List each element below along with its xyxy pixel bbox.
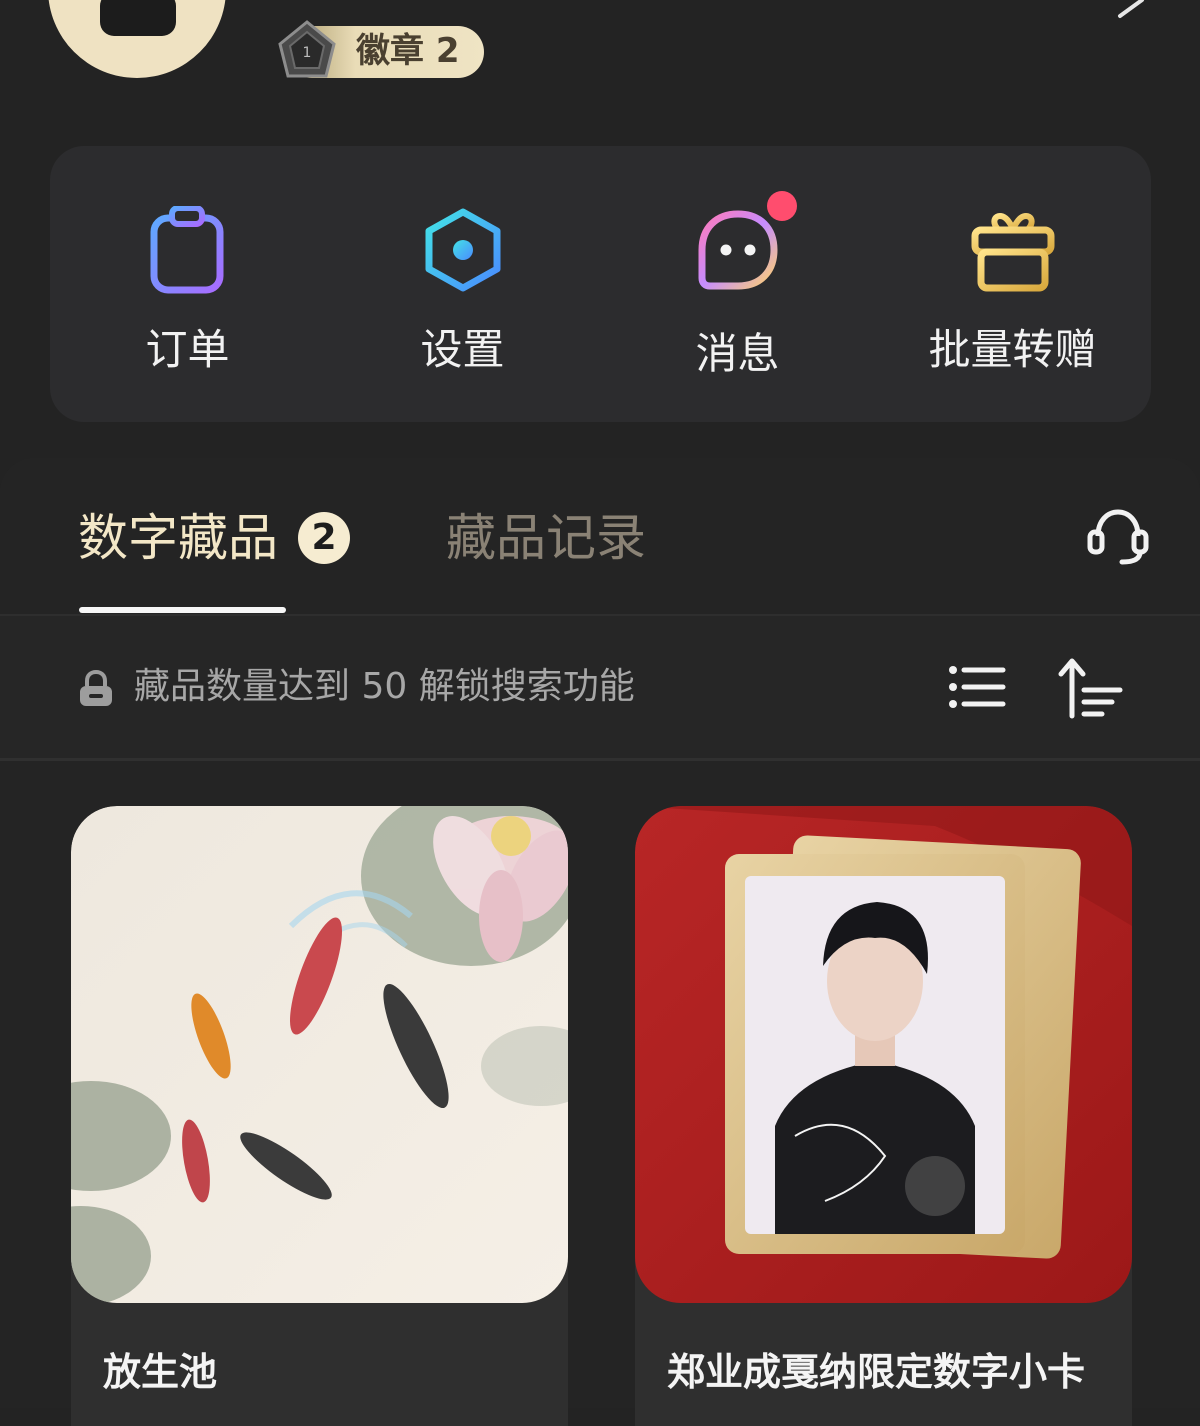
list-view-icon[interactable] [948,664,1006,710]
collectible-card[interactable]: 放生池 [71,806,568,1426]
koi-pond-image [71,806,568,1303]
settings-button[interactable]: 设置 [325,146,600,422]
tab-collection-records[interactable]: 藏品记录 [446,500,646,576]
search-unlock-hint: 藏品数量达到 50 解锁搜索功能 [134,666,635,707]
messages-button[interactable]: 消息 [600,146,875,422]
batch-transfer-button[interactable]: 批量转赠 [875,146,1150,422]
message-face-icon [698,210,778,290]
sort-ascending-icon[interactable] [1058,656,1124,720]
avatar[interactable] [48,0,226,78]
orders-label: 订单 [145,325,230,374]
batch-transfer-label: 批量转赠 [928,325,1097,374]
settings-hexagon-icon [425,208,501,292]
avatar-placeholder-shape [100,0,176,36]
tab-count-badge: 2 [298,512,350,564]
orders-button[interactable]: 订单 [50,146,325,422]
signed-portrait-card-image [635,806,1132,1303]
clipboard-icon [150,206,224,294]
messages-label: 消息 [695,329,780,378]
collectible-card[interactable]: 郑业成戛纳限定数字小卡 [635,806,1132,1426]
quick-actions-panel: 订单 设置 消息 批量转赠 [50,146,1151,422]
badge-label: 徽章 2 [356,31,460,71]
gift-icon [971,213,1055,292]
active-tab-indicator [79,607,286,613]
filter-divider [0,758,1200,761]
badge-medal-number: 1 [303,45,312,61]
settings-label: 设置 [420,325,505,374]
tab-digital-collectibles[interactable]: 数字藏品 [78,500,278,576]
badge-medal-icon: 1 [278,20,336,78]
customer-service-headset-icon[interactable] [1086,506,1150,566]
lock-icon [80,670,112,706]
edit-icon[interactable] [1114,0,1154,20]
card-title: 郑业成戛纳限定数字小卡 [667,1350,1086,1394]
card-title: 放生池 [103,1350,218,1394]
message-notification-dot [767,191,797,221]
